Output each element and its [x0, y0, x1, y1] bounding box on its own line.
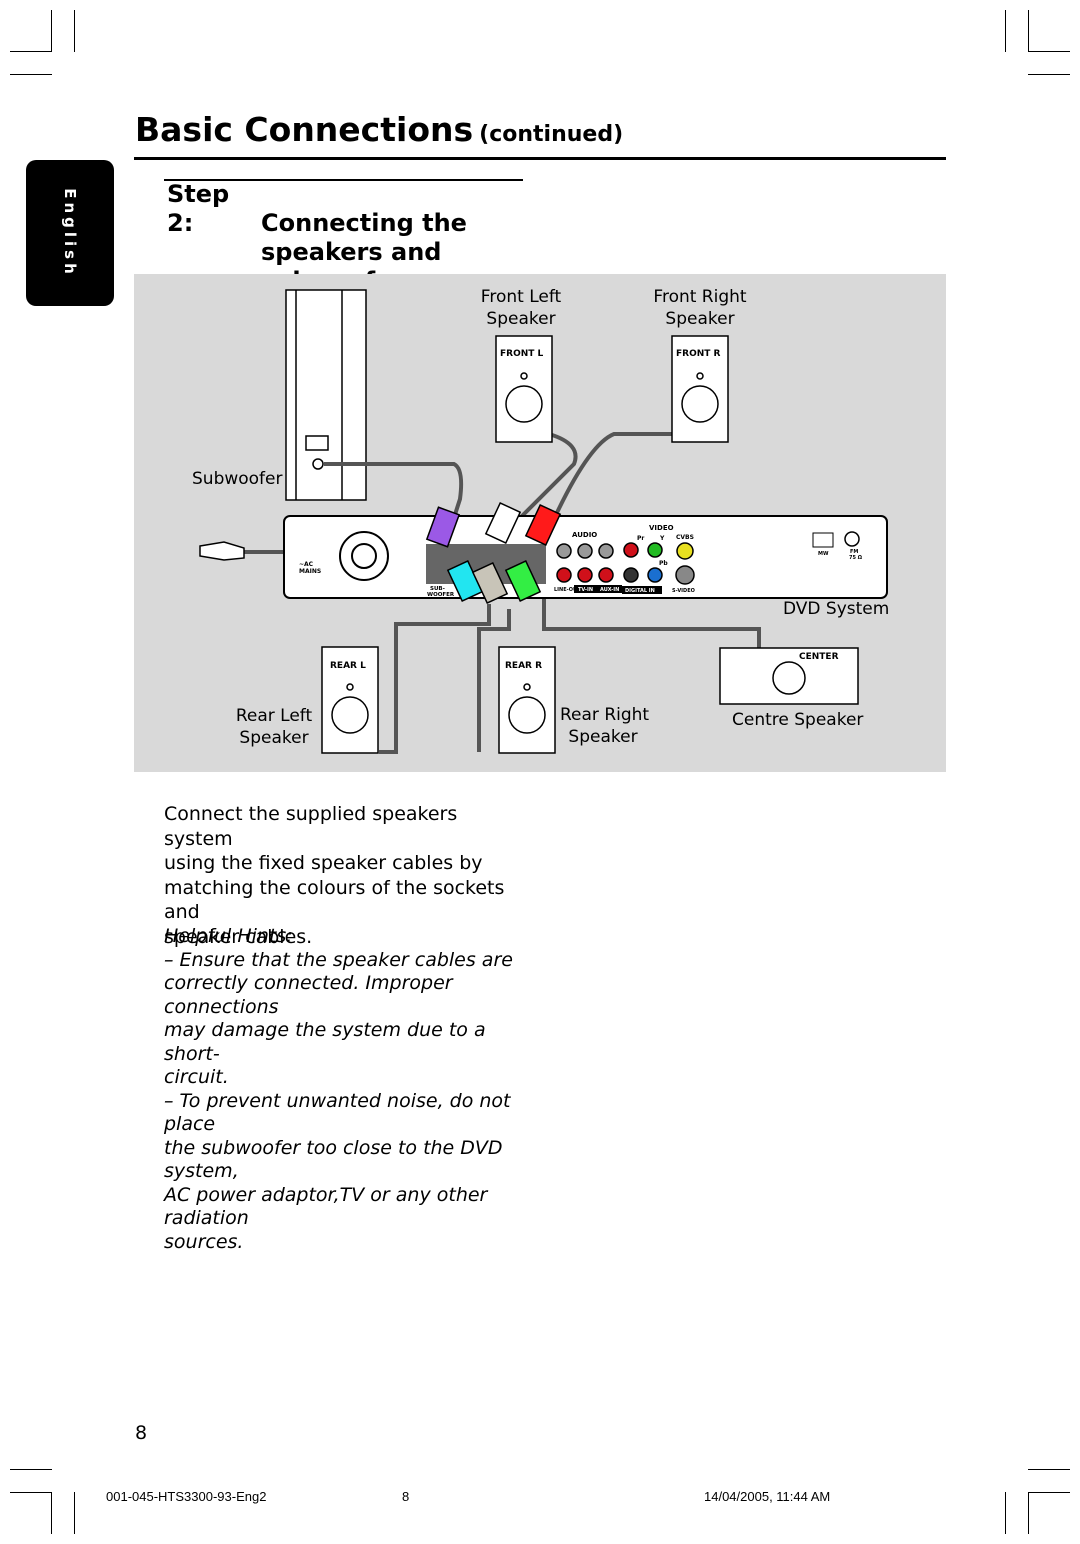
s-video-label: S-VIDEO — [672, 588, 695, 594]
crop-mark — [1028, 10, 1029, 52]
crop-mark — [74, 1492, 75, 1534]
title-continued: (continued) — [479, 122, 624, 147]
crop-mark — [1028, 1492, 1070, 1493]
mw-label: MW — [818, 551, 829, 557]
crop-mark — [51, 1492, 52, 1534]
pr-label: Pr — [637, 535, 644, 542]
subwoofer-illustration — [285, 289, 367, 501]
front-left-label: Front Left Speaker — [480, 287, 562, 329]
rear-r-tag: REAR R — [505, 661, 542, 671]
crop-mark — [51, 10, 52, 52]
rear-l-tag: REAR L — [330, 661, 366, 671]
subwoofer-out-label: WOOFER — [427, 592, 455, 598]
tv-in-label: TV-IN — [578, 587, 593, 593]
pb-label: Pb — [659, 560, 668, 567]
crop-mark — [1028, 1492, 1029, 1534]
footer-date: 14/04/2005, 11:44 AM — [704, 1489, 831, 1504]
aux-in-label: AUX-IN — [600, 587, 619, 593]
crop-mark — [10, 1492, 52, 1493]
rear-left-label: Rear Left Speaker — [235, 706, 313, 748]
crop-mark — [74, 10, 75, 52]
hints-title: Helpful Hints: — [164, 925, 293, 947]
centre-speaker-label: Centre Speaker — [732, 710, 864, 730]
ac-mains-label: ~AC — [299, 561, 314, 568]
diagram-svg: ~AC MAINS SUB- WOOFER AUDIO VIDEO Pr Y P… — [199, 289, 888, 754]
title-rule — [134, 157, 946, 160]
crop-mark — [1028, 74, 1070, 75]
page-number: 8 — [135, 1422, 148, 1444]
title-text: Basic Connections — [135, 110, 474, 149]
step-title-line: Connecting the — [261, 209, 467, 237]
rear-right-label: Rear Right Speaker — [560, 705, 650, 747]
front-l-tag: FRONT L — [500, 349, 544, 359]
crop-mark — [10, 74, 52, 75]
crop-mark — [1028, 1469, 1070, 1470]
connection-diagram: ~AC MAINS SUB- WOOFER AUDIO VIDEO Pr Y P… — [134, 274, 946, 772]
crop-mark — [10, 1469, 52, 1470]
ac-mains-label: MAINS — [299, 568, 321, 575]
footer-file: 001-045-HTS3300-93-Eng2 — [106, 1489, 267, 1504]
dvd-system-back-panel: ~AC MAINS SUB- WOOFER AUDIO VIDEO Pr Y P… — [283, 515, 888, 599]
page-title: Basic Connections (continued) — [135, 110, 623, 149]
cvbs-label: CVBS — [676, 534, 694, 541]
audio-label: AUDIO — [572, 531, 597, 539]
video-label: VIDEO — [649, 524, 674, 532]
subwoofer-label: Subwoofer — [192, 469, 283, 489]
crop-mark — [1005, 10, 1006, 52]
step-number: Step 2: — [167, 180, 230, 237]
dvd-system-label: DVD System — [783, 599, 890, 619]
fm-label: 75 Ω — [849, 555, 863, 561]
language-tab-label: English — [61, 188, 79, 278]
crop-mark — [10, 51, 52, 52]
digital-in-label: DIGITAL IN — [625, 588, 655, 594]
step-title-line: speakers and — [261, 238, 442, 266]
helpful-hints: Helpful Hints: – Ensure that the speaker… — [164, 925, 524, 1254]
crop-mark — [1028, 51, 1070, 52]
crop-mark — [1005, 1492, 1006, 1534]
front-right-label: Front Right Speaker — [653, 287, 747, 329]
front-r-tag: FRONT R — [676, 349, 721, 359]
center-tag: CENTER — [799, 652, 839, 662]
language-tab: English — [26, 160, 114, 306]
footer-page: 8 — [402, 1489, 410, 1504]
y-label: Y — [659, 535, 665, 542]
